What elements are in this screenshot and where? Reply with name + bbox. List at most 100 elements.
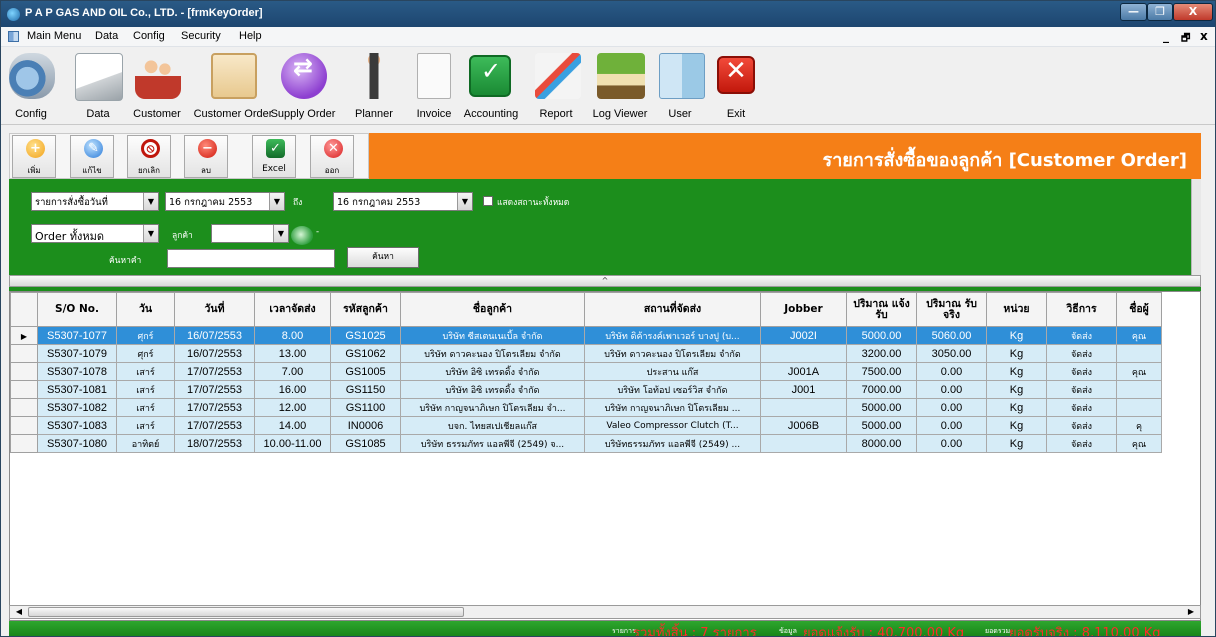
cell-delivery-time[interactable]: 16.00 (254, 380, 331, 399)
cell-qty-notified[interactable]: 7500.00 (846, 362, 917, 381)
table-row[interactable]: S5307-1078 เสาร์ 17/07/2553 7.00 GS1005 บริษั… (10, 362, 1162, 381)
chevron-down-icon[interactable]: ▼ (457, 193, 472, 210)
column-day[interactable]: วัน (116, 292, 175, 327)
collapse-splitter[interactable]: ^ (9, 275, 1201, 287)
cell-contact-name[interactable] (1116, 380, 1162, 399)
cell-so-no[interactable]: S5307-1083 (37, 416, 117, 435)
cell-jobber[interactable]: J006B (760, 416, 847, 435)
cell-method[interactable]: จัดส่ง (1046, 416, 1117, 435)
cell-unit[interactable]: Kg (986, 416, 1047, 435)
column-qty-received[interactable]: ปริมาณ รับจริง (916, 292, 987, 327)
row-header[interactable] (10, 398, 38, 417)
search-button[interactable]: ค้นหา (347, 247, 419, 268)
cell-jobber[interactable] (760, 344, 847, 363)
scroll-left-icon[interactable]: ◀ (11, 606, 27, 618)
cell-day[interactable]: เสาร์ (116, 416, 175, 435)
cell-date[interactable]: 16/07/2553 (174, 326, 255, 345)
cell-unit[interactable]: Kg (986, 362, 1047, 381)
cell-qty-received[interactable]: 3050.00 (916, 344, 987, 363)
cell-so-no[interactable]: S5307-1082 (37, 398, 117, 417)
menu-config[interactable]: Config (133, 30, 165, 42)
chevron-down-icon[interactable]: ▼ (143, 225, 158, 242)
table-row[interactable]: S5307-1082 เสาร์ 17/07/2553 12.00 GS1100 บริษ… (10, 398, 1162, 417)
cell-qty-received[interactable]: 0.00 (916, 416, 987, 435)
show-all-status-checkbox[interactable] (483, 196, 493, 206)
cell-delivery-location[interactable]: บริษัท ดิค้ารงค์เพาเวอร์ บางปู (บ... (584, 326, 761, 345)
cell-jobber[interactable] (760, 398, 847, 417)
cell-customer-name[interactable]: บริษัท ซีสเตนเนเบิ้ล จำกัด (400, 326, 585, 345)
cell-delivery-location[interactable]: ประสาน แก๊ส (584, 362, 761, 381)
cell-qty-received[interactable]: 0.00 (916, 434, 987, 453)
cell-date[interactable]: 17/07/2553 (174, 362, 255, 381)
date-from-picker[interactable]: 16 กรกฎาคม 2553 ▼ (165, 192, 285, 211)
customer-select[interactable]: ▼ (211, 224, 289, 243)
column-so-no[interactable]: S/O No. (37, 292, 117, 327)
menu-data[interactable]: Data (95, 30, 118, 42)
cell-date[interactable]: 17/07/2553 (174, 380, 255, 399)
cell-date[interactable]: 16/07/2553 (174, 344, 255, 363)
cell-qty-notified[interactable]: 5000.00 (846, 326, 917, 345)
cell-customer-name[interactable]: บริษัท อิซิ เทรดดิ้ง จำกัด (400, 380, 585, 399)
toolbar-customer-button[interactable]: Customer (133, 47, 181, 125)
cell-day[interactable]: ศุกร์ (116, 326, 175, 345)
maximize-button[interactable]: ❐ (1147, 3, 1173, 21)
mdi-close-button[interactable]: x (1200, 29, 1208, 43)
cell-unit[interactable]: Kg (986, 380, 1047, 399)
cell-method[interactable]: จัดส่ง (1046, 344, 1117, 363)
cell-delivery-location[interactable]: บริษัท กาญจนาภิเษก ปิโตรเลียม ... (584, 398, 761, 417)
cell-so-no[interactable]: S5307-1081 (37, 380, 117, 399)
toolbar-report-button[interactable]: Report (533, 47, 581, 125)
cancel-order-button[interactable]: ⦸ ยกเลิก (127, 135, 171, 178)
cell-delivery-time[interactable]: 12.00 (254, 398, 331, 417)
cell-delivery-location[interactable]: บริษัทธรรมภัทร แอลพีจี (2549) ... (584, 434, 761, 453)
cell-unit[interactable]: Kg (986, 344, 1047, 363)
horizontal-scrollbar[interactable]: ◀ ▶ (9, 605, 1201, 619)
cell-contact-name[interactable]: คุณ (1116, 434, 1162, 453)
toolbar-accounting-button[interactable]: ✓ Accounting (464, 47, 518, 125)
cell-method[interactable]: จัดส่ง (1046, 362, 1117, 381)
table-row[interactable]: ▶ S5307-1077 ศุกร์ 16/07/2553 8.00 GS1025 บริษ… (10, 326, 1162, 345)
cell-qty-received[interactable]: 0.00 (916, 362, 987, 381)
cell-jobber[interactable] (760, 434, 847, 453)
cell-delivery-time[interactable]: 7.00 (254, 362, 331, 381)
column-contact-name[interactable]: ชื่อผู้ (1116, 292, 1162, 327)
excel-button[interactable]: ✓ Excel (252, 135, 296, 178)
cell-delivery-location[interactable]: บริษัท ดาวคะนอง ปิโตรเลียม จำกัด (584, 344, 761, 363)
cell-customer-name[interactable]: บริษัท อิซิ เทรดดิ้ง จำกัด (400, 362, 585, 381)
cell-day[interactable]: ศุกร์ (116, 344, 175, 363)
column-date[interactable]: วันที่ (174, 292, 255, 327)
cell-contact-name[interactable] (1116, 344, 1162, 363)
cell-date[interactable]: 17/07/2553 (174, 398, 255, 417)
cell-delivery-location[interactable]: บริษัท โอท้อป เซอร์วิส จำกัด (584, 380, 761, 399)
cell-qty-received[interactable]: 0.00 (916, 398, 987, 417)
cell-method[interactable]: จัดส่ง (1046, 434, 1117, 453)
cell-date[interactable]: 17/07/2553 (174, 416, 255, 435)
column-delivery-time[interactable]: เวลาจัดส่ง (254, 292, 331, 327)
row-header[interactable] (10, 362, 38, 381)
cell-contact-name[interactable]: คุณ (1116, 326, 1162, 345)
find-customer-button[interactable] (291, 226, 313, 245)
cell-unit[interactable]: Kg (986, 434, 1047, 453)
chevron-down-icon[interactable]: ▼ (269, 193, 284, 210)
table-row[interactable]: S5307-1079 ศุกร์ 16/07/2553 13.00 GS1062 บริษ… (10, 344, 1162, 363)
cell-qty-received[interactable]: 0.00 (916, 380, 987, 399)
cell-customer-name[interactable]: บริษัท ดาวคะนอง ปิโตรเลียม จำกัด (400, 344, 585, 363)
chevron-down-icon[interactable]: ▼ (273, 225, 288, 242)
cell-customer-code[interactable]: GS1085 (330, 434, 401, 453)
cell-qty-notified[interactable]: 7000.00 (846, 380, 917, 399)
cell-customer-name[interactable]: บริษัท ธรรมภัทร แอลพีจี (2549) จ... (400, 434, 585, 453)
cell-customer-code[interactable]: GS1025 (330, 326, 401, 345)
cell-day[interactable]: เสาร์ (116, 362, 175, 381)
close-button[interactable]: X (1173, 3, 1213, 21)
cell-customer-code[interactable]: GS1100 (330, 398, 401, 417)
cell-delivery-time[interactable]: 8.00 (254, 326, 331, 345)
title-bar[interactable]: P A P GAS AND OIL Co., LTD. - [frmKeyOrd… (1, 1, 1215, 27)
cell-so-no[interactable]: S5307-1077 (37, 326, 117, 345)
cell-customer-code[interactable]: GS1150 (330, 380, 401, 399)
cell-customer-name[interactable]: บจก. ไทยสเปเชียลแก๊ส (400, 416, 585, 435)
minimize-button[interactable]: — (1120, 3, 1147, 21)
cell-delivery-time[interactable]: 13.00 (254, 344, 331, 363)
cell-so-no[interactable]: S5307-1080 (37, 434, 117, 453)
cell-contact-name[interactable]: คุ (1116, 416, 1162, 435)
cell-delivery-time[interactable]: 14.00 (254, 416, 331, 435)
